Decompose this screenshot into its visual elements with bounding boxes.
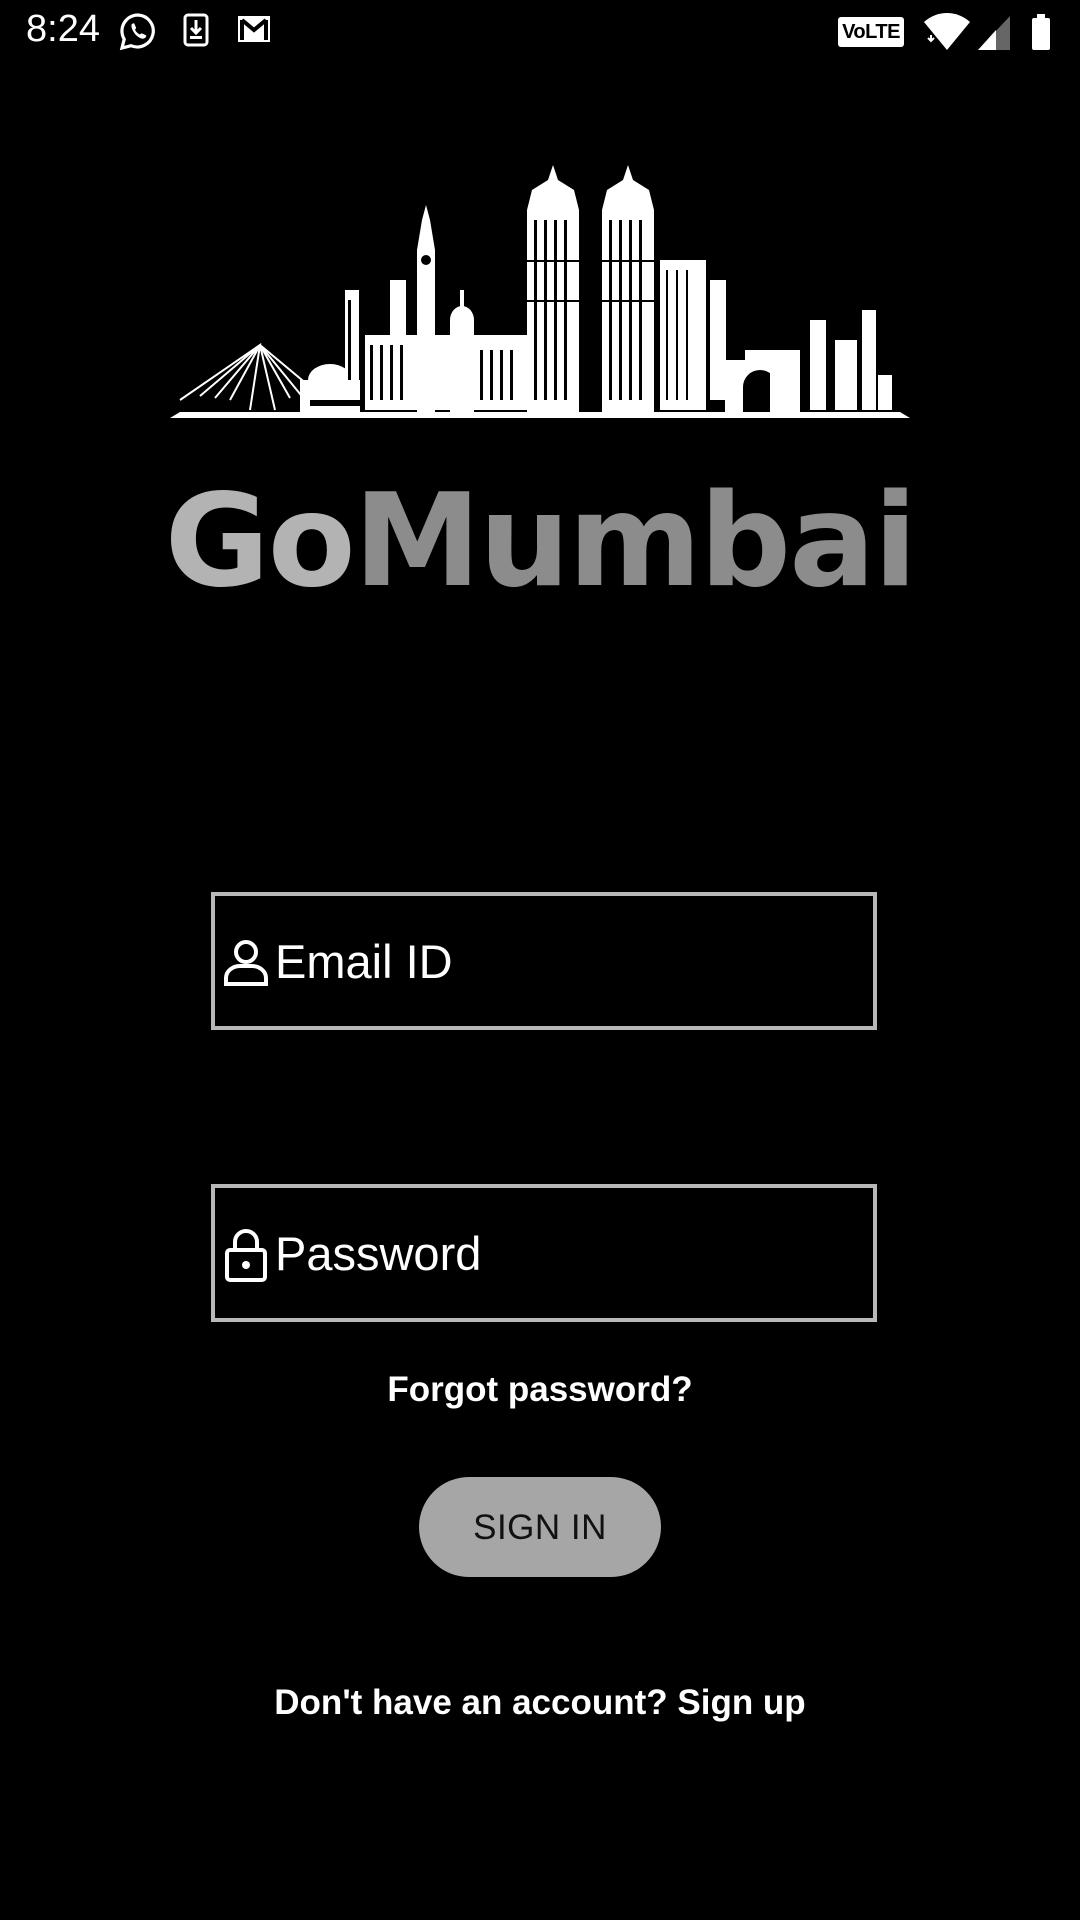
volte-badge: VoLTE: [838, 17, 904, 47]
status-bar: 8:24 VoLTE: [0, 0, 1080, 64]
login-screen: 8:24 VoLTE GoMumbai Email ID Forgot pass…: [0, 0, 1080, 1920]
password-field[interactable]: [211, 1184, 877, 1322]
battery-icon: [1030, 12, 1052, 57]
whatsapp-icon: [118, 12, 158, 57]
person-icon: [224, 940, 268, 986]
download-icon: [182, 12, 210, 53]
gmail-icon: [236, 12, 272, 51]
sea-link-bridge: [179, 342, 321, 411]
brand-go: Go: [164, 467, 356, 616]
brand-wordmark: GoMumbai: [0, 472, 1080, 612]
password-input[interactable]: [275, 1208, 855, 1298]
mumbai-skyline-logo: [170, 165, 910, 418]
signal-icon: [976, 12, 1012, 57]
email-field[interactable]: [211, 892, 877, 1030]
brand-mumbai: Mumbai: [353, 467, 918, 616]
sign-up-link[interactable]: Don't have an account? Sign up: [0, 1683, 1080, 1723]
sign-in-button[interactable]: SIGN IN: [419, 1477, 661, 1577]
status-time: 8:24: [26, 8, 100, 50]
forgot-password-link[interactable]: Forgot password?: [0, 1370, 1080, 1410]
lock-icon: [225, 1229, 267, 1282]
email-input[interactable]: [275, 916, 855, 1006]
wifi-icon: [922, 12, 972, 57]
